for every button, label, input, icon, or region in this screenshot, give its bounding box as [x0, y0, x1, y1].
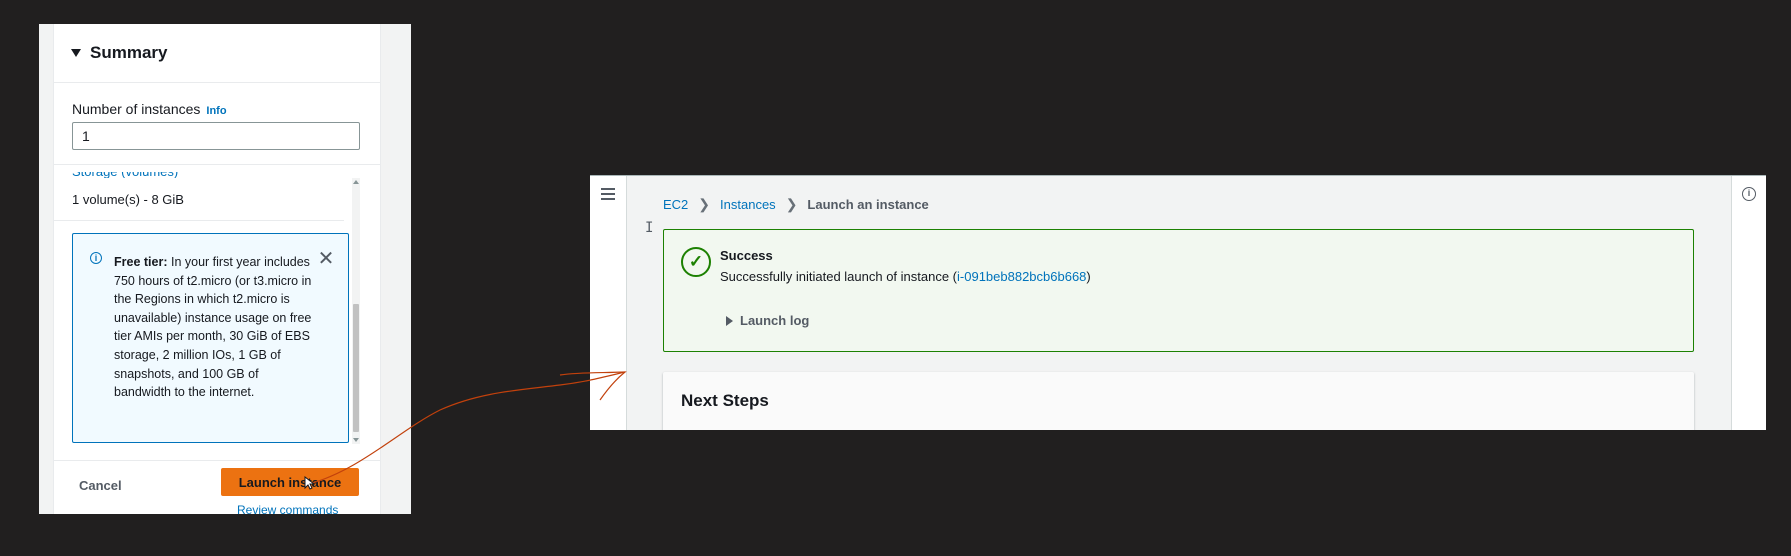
success-title: Success	[720, 248, 773, 263]
success-message-suffix: )	[1086, 269, 1091, 284]
right-gutter	[380, 24, 411, 514]
number-of-instances-input[interactable]	[72, 122, 360, 150]
chevron-right-icon: ❯	[785, 196, 798, 212]
next-steps-card: Next Steps	[663, 372, 1694, 430]
summary-card: Summary Number of instances Info Storage …	[53, 24, 381, 514]
success-message-prefix: Successfully initiated launch of instanc…	[720, 269, 958, 284]
hamburger-menu-icon[interactable]	[601, 188, 615, 203]
divider	[54, 164, 380, 165]
instances-label: Number of instances Info	[72, 101, 227, 117]
summary-header[interactable]: Summary	[54, 24, 380, 83]
instance-id-link[interactable]: i-091beb882bcb6b668	[957, 269, 1086, 284]
launch-log-label: Launch log	[740, 313, 810, 328]
launch-instance-button[interactable]: Launch instance	[221, 468, 359, 496]
scrollbar-thumb[interactable]	[353, 304, 359, 432]
free-tier-text: Free tier: In your first year includes 7…	[114, 253, 314, 402]
scroll-up-arrow-icon[interactable]	[353, 180, 359, 184]
free-tier-body: In your first year includes 750 hours of…	[114, 255, 312, 400]
breadcrumb-current: Launch an instance	[807, 197, 929, 212]
clipped-link-text: Storage (volumes)	[72, 172, 342, 178]
success-message: Successfully initiated launch of instanc…	[720, 269, 1091, 284]
left-gutter	[39, 24, 53, 514]
side-navigation-toggle	[590, 176, 627, 430]
review-commands-link[interactable]: Review commands	[237, 503, 338, 514]
caret-down-icon	[71, 49, 81, 57]
summary-title: Summary	[90, 43, 168, 62]
breadcrumb-ec2[interactable]: EC2	[663, 197, 688, 212]
caret-right-icon	[726, 315, 733, 326]
divider	[54, 460, 380, 461]
launch-summary-panel: Summary Number of instances Info Storage …	[39, 24, 411, 514]
next-steps-title: Next Steps	[681, 391, 769, 410]
ec2-console-panel: i EC2 ❯ Instances ❯ Launch an instance I…	[590, 175, 1766, 430]
clipped-link-row: Storage (volumes)	[72, 172, 342, 178]
close-icon[interactable]: ✕	[317, 249, 335, 269]
scrollbar[interactable]	[352, 178, 360, 444]
tools-panel-toggle: i	[1731, 176, 1766, 430]
breadcrumb: EC2 ❯ Instances ❯ Launch an instance	[663, 196, 929, 213]
free-tier-alert: i Free tier: In your first year includes…	[72, 233, 349, 443]
cancel-button[interactable]: Cancel	[79, 478, 122, 493]
check-circle-icon: ✓	[681, 247, 711, 277]
info-icon[interactable]: i	[1742, 187, 1756, 201]
breadcrumb-instances[interactable]: Instances	[720, 197, 776, 212]
success-alert: ✓ Success Successfully initiated launch …	[663, 229, 1694, 352]
mouse-pointer-icon	[304, 476, 316, 490]
instances-label-text: Number of instances	[72, 101, 201, 117]
scroll-down-arrow-icon[interactable]	[353, 438, 359, 442]
info-icon: i	[90, 252, 102, 264]
launch-log-toggle[interactable]: Launch log	[726, 313, 809, 328]
free-tier-title: Free tier:	[114, 255, 168, 269]
chevron-right-icon: ❯	[698, 196, 711, 212]
info-link[interactable]: Info	[206, 105, 226, 117]
text-cursor-icon: I	[645, 220, 654, 236]
divider	[54, 220, 344, 221]
volume-summary: 1 volume(s) - 8 GiB	[72, 192, 184, 207]
